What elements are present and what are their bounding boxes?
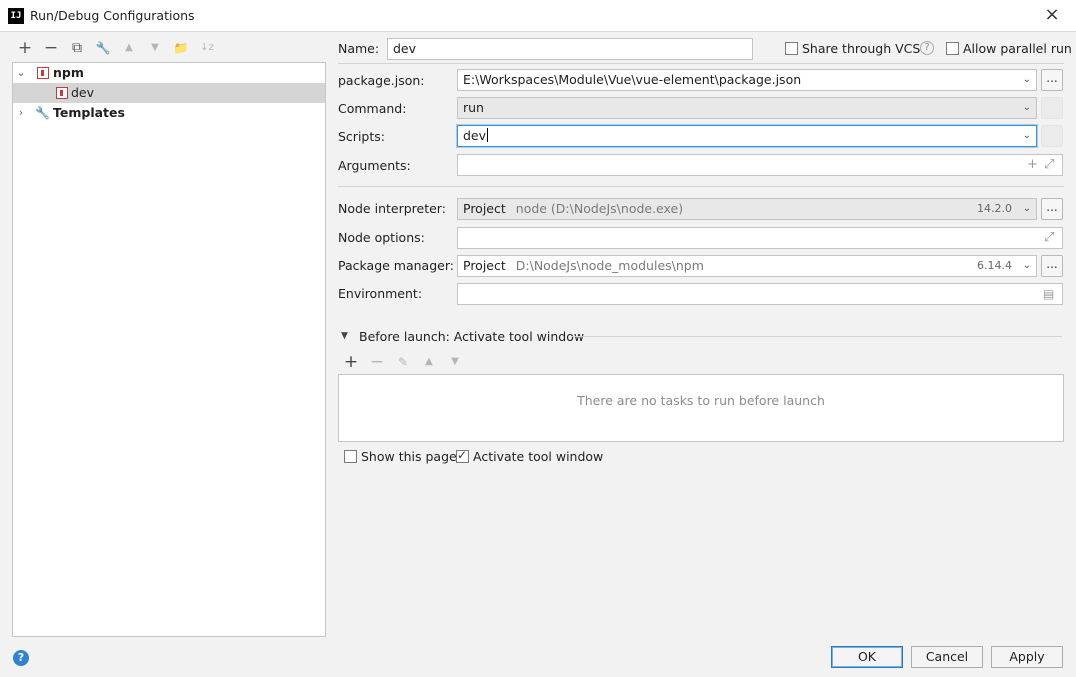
scripts-label: Scripts: [338, 129, 385, 144]
package-json-label: package.json: [338, 73, 425, 88]
share-vcs-checkbox[interactable] [785, 42, 798, 55]
node-interpreter-label: Node interpreter: [338, 201, 446, 216]
text-cursor [487, 128, 489, 142]
chevron-right-icon[interactable]: › [15, 103, 27, 123]
arguments-label: Arguments: [338, 158, 411, 173]
folder-icon[interactable]: 📁 [173, 40, 189, 56]
browse-package-json-button[interactable]: ... [1041, 69, 1063, 91]
close-icon[interactable]: × [1043, 5, 1061, 25]
title-bar: IJ Run/Debug Configurations × [0, 0, 1076, 32]
npm-icon [56, 87, 68, 99]
tree-item-dev[interactable]: dev [13, 83, 325, 103]
help-icon[interactable]: ? [920, 41, 934, 55]
before-launch-task-list[interactable]: There are no tasks to run before launch [338, 374, 1064, 442]
allow-parallel-label: Allow parallel run [963, 41, 1072, 56]
plus-icon[interactable]: + [1027, 155, 1038, 175]
help-button[interactable]: ? [13, 650, 29, 666]
command-label: Command: [338, 101, 407, 116]
node-version: 14.2.0 [977, 202, 1012, 215]
before-launch-title[interactable]: Before launch: Activate tool window [359, 329, 584, 344]
scripts-select[interactable]: dev ⌄ [457, 125, 1037, 147]
intellij-logo-icon: IJ [8, 8, 24, 24]
chevron-down-icon[interactable]: ⌄ [1023, 70, 1031, 90]
chevron-down-icon[interactable]: ⌄ [1023, 126, 1031, 146]
window-title: Run/Debug Configurations [30, 8, 195, 23]
remove-task-icon[interactable]: − [369, 354, 385, 371]
command-select[interactable]: run ⌄ [457, 97, 1037, 119]
package-manager-path: D:\NodeJs\node_modules\npm [515, 258, 704, 273]
allow-parallel-checkbox[interactable] [946, 42, 959, 55]
browse-package-manager-button[interactable]: ... [1041, 255, 1063, 277]
command-value: run [463, 100, 484, 115]
package-manager-select[interactable]: Project D:\NodeJs\node_modules\npm 6.14.… [457, 255, 1037, 277]
cancel-button[interactable]: Cancel [911, 646, 983, 668]
add-task-icon[interactable]: + [343, 354, 359, 371]
activate-tool-window-checkbox[interactable] [456, 448, 469, 463]
collapse-triangle-icon[interactable]: ▼ [341, 331, 348, 341]
share-vcs-label: Share through VCS [802, 41, 921, 56]
sort-icon[interactable]: ↓z [199, 40, 215, 56]
tree-item-templates[interactable]: › 🔧 Templates [13, 103, 325, 123]
apply-button[interactable]: Apply [991, 646, 1063, 668]
node-options-input[interactable]: ⤢ [457, 227, 1063, 249]
move-down-icon[interactable]: ▼ [147, 40, 163, 56]
tree-item-label: Templates [53, 105, 125, 120]
add-icon[interactable]: + [17, 40, 33, 57]
scripts-side-button [1041, 125, 1063, 147]
chevron-down-icon[interactable]: ⌄ [1023, 98, 1031, 118]
tree-item-label: dev [71, 85, 95, 100]
scripts-value: dev [463, 128, 487, 143]
move-up-icon[interactable]: ▲ [421, 354, 437, 370]
name-input[interactable]: dev [387, 38, 753, 60]
move-up-icon[interactable]: ▲ [121, 40, 137, 56]
tree-item-label: npm [53, 65, 84, 80]
wrench-icon[interactable]: 🔧 [95, 40, 111, 56]
divider [338, 63, 1064, 64]
activate-tool-window-label: Activate tool window [473, 449, 604, 464]
divider [338, 186, 1064, 187]
package-manager-label: Package manager: [338, 258, 454, 273]
chevron-down-icon[interactable]: ⌄ [1023, 256, 1031, 276]
show-page-checkbox[interactable] [344, 450, 357, 463]
environment-label: Environment: [338, 286, 423, 301]
node-interpreter-select[interactable]: Project node (D:\NodeJs\node.exe) 14.2.0… [457, 198, 1037, 220]
node-interpreter-project: Project [463, 201, 506, 216]
package-json-value: E:\Workspaces\Module\Vue\vue-element\pac… [463, 72, 802, 87]
npm-icon [37, 67, 49, 79]
node-options-label: Node options: [338, 230, 425, 245]
empty-tasks-text: There are no tasks to run before launch [577, 393, 825, 408]
configuration-tree[interactable]: ⌄ npm dev › 🔧 Templates [12, 62, 326, 637]
move-down-icon[interactable]: ▼ [447, 354, 463, 370]
show-page-label: Show this page [361, 449, 457, 464]
document-icon[interactable]: ▤ [1043, 284, 1054, 304]
remove-icon[interactable]: − [43, 40, 59, 57]
ok-button[interactable]: OK [831, 646, 903, 668]
arguments-input[interactable]: + ⤢ [457, 154, 1063, 176]
npm-version: 6.14.4 [977, 259, 1012, 272]
copy-icon[interactable]: ⧉ [69, 40, 85, 56]
edit-task-icon[interactable]: ✎ [395, 354, 411, 370]
package-json-select[interactable]: E:\Workspaces\Module\Vue\vue-element\pac… [457, 69, 1037, 91]
chevron-down-icon[interactable]: ⌄ [1023, 199, 1031, 219]
node-interpreter-path: node (D:\NodeJs\node.exe) [515, 201, 684, 216]
browse-node-interpreter-button[interactable]: ... [1041, 198, 1063, 220]
chevron-down-icon[interactable]: ⌄ [15, 63, 27, 83]
divider [572, 336, 1062, 337]
environment-input[interactable]: ▤ [457, 283, 1063, 305]
wrench-icon: 🔧 [35, 106, 50, 120]
command-side-button [1041, 97, 1063, 119]
expand-icon[interactable]: ⤢ [1044, 228, 1054, 248]
name-label: Name: [338, 41, 380, 56]
tree-item-npm[interactable]: ⌄ npm [13, 63, 325, 83]
package-manager-project: Project [463, 258, 506, 273]
expand-icon[interactable]: ⤢ [1044, 155, 1054, 175]
